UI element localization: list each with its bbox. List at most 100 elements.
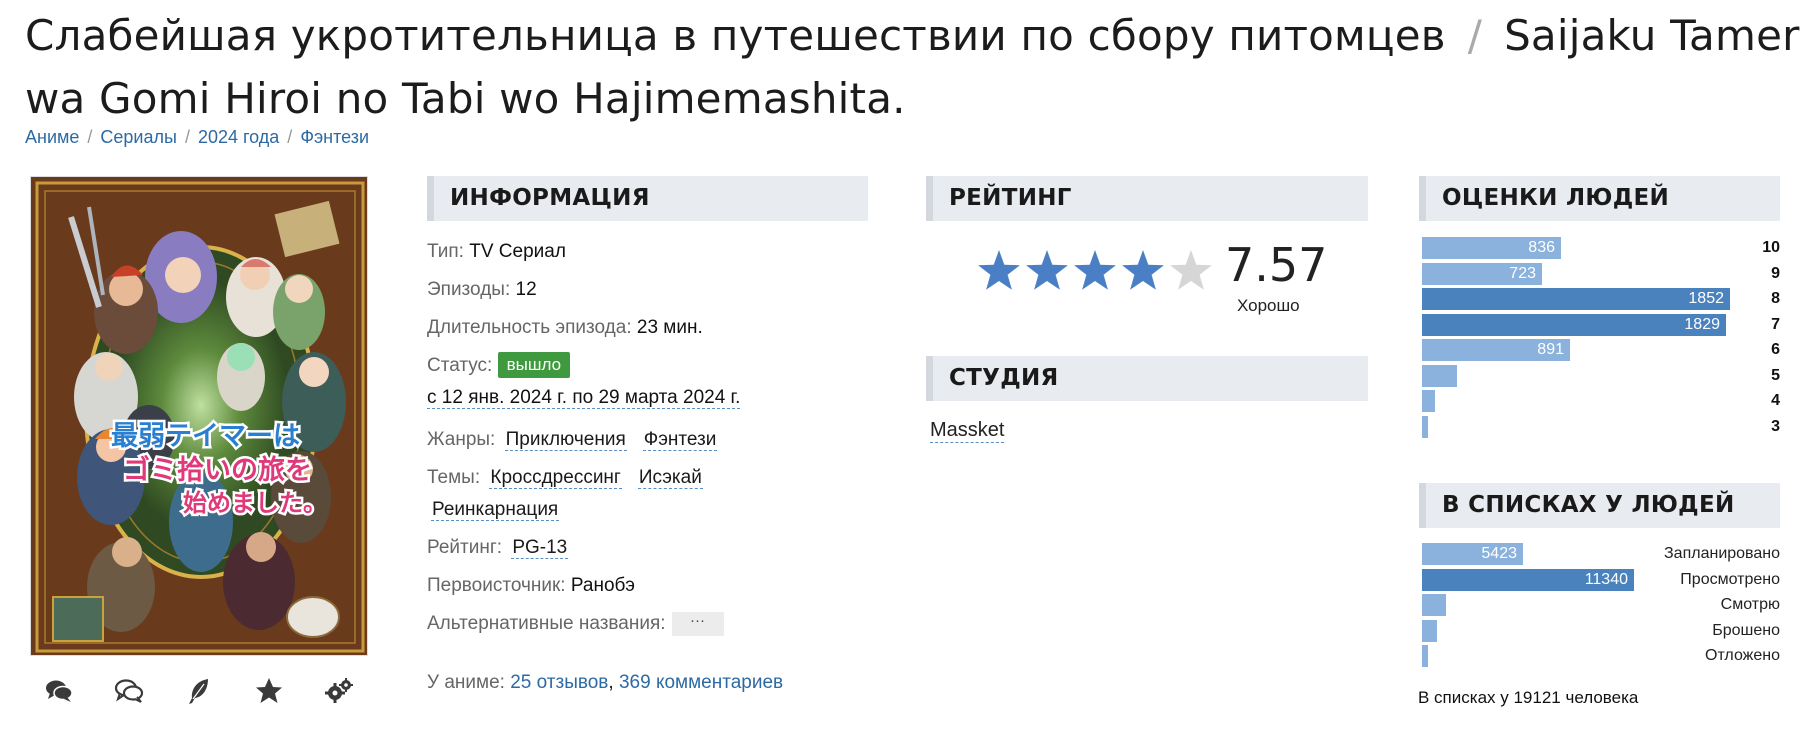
bar-row: 4 [1422, 390, 1780, 412]
info-duration-row: Длительность эпизода: 23 мин. [427, 314, 867, 352]
breadcrumb-year[interactable]: 2024 года [198, 127, 279, 147]
bar-label: 6 [1771, 341, 1780, 358]
bar-label: Отложено [1705, 647, 1780, 664]
bar: 5423 [1422, 543, 1523, 565]
title-ru: Слабейшая укротительница в путешествии п… [25, 11, 1446, 60]
reviews-comma: , [608, 672, 614, 693]
star-icon[interactable] [254, 676, 284, 706]
breadcrumb-sep: / [184, 127, 190, 147]
breadcrumb-serials[interactable]: Сериалы [100, 127, 177, 147]
alt-names-button[interactable]: ··· [671, 611, 724, 636]
info-themes-row: Темы: Кроссдрессинг Исэкай [427, 464, 867, 496]
theme-link[interactable]: Исэкай [637, 467, 703, 489]
info-episodes-row: Эпизоды: 12 [427, 276, 867, 314]
source-value: Ранобэ [570, 575, 635, 596]
bar [1422, 364, 1457, 387]
bar-row: 3 [1422, 415, 1780, 438]
scores-header: ОЦЕНКИ ЛЮДЕЙ [1419, 176, 1780, 221]
breadcrumb-sep: / [87, 127, 93, 147]
info-status-row: Статус: вышло [427, 352, 867, 384]
bar-label: 3 [1771, 417, 1780, 435]
page-title: Слабейшая укротительница в путешествии п… [25, 4, 1805, 130]
reviews-line: У аниме: 25 отзывов, 369 комментариев [427, 672, 783, 694]
scores-chart: 836 10 723 9 1852 8 1829 7 891 6 5 4 3 [1422, 237, 1780, 438]
type-value: TV Сериал [469, 241, 566, 262]
episodes-label: Эпизоды: [427, 279, 511, 300]
bar: 723 [1422, 262, 1542, 285]
bar [1422, 619, 1437, 642]
bar [1422, 415, 1428, 438]
feather-icon[interactable] [184, 676, 214, 706]
poster-actions [30, 676, 368, 706]
bar-row: Смотрю [1422, 594, 1780, 616]
rating-word: Хорошо [1237, 296, 1300, 315]
info-themes-row-2: Реинкарнация [427, 496, 867, 534]
studio-header: СТУДИЯ [926, 356, 1368, 401]
studio-link[interactable]: Massket [930, 419, 1005, 443]
comments-link[interactable]: 369 комментариев [619, 672, 783, 693]
bar-row: 836 10 [1422, 237, 1780, 259]
episodes-value: 12 [515, 279, 537, 300]
info-alt-row: Альтернативные названия: ··· [427, 610, 867, 648]
bar: 891 [1422, 339, 1570, 361]
type-label: Тип: [427, 241, 464, 262]
info-genres-row: Жанры: Приключения Фэнтези [427, 426, 867, 464]
breadcrumb-sep: / [287, 127, 293, 147]
bar [1422, 594, 1446, 616]
lists-chart: 5423 Запланировано 11340 Просмотрено Смотрю Б… [1422, 543, 1780, 673]
bar-row: Брошено [1422, 619, 1780, 642]
star-filled-icon [978, 250, 1020, 290]
genre-link[interactable]: Фэнтези [642, 429, 718, 451]
reviews-link[interactable]: 25 отзывов [510, 672, 608, 693]
discussion-icon[interactable] [114, 676, 144, 706]
poster-image: 最弱テイマーは ゴミ拾いの旅を 始めました。 [30, 176, 368, 656]
bar-label: Просмотрено [1680, 570, 1780, 588]
bar: 836 [1422, 237, 1561, 259]
bar-row: 11340 Просмотрено [1422, 568, 1780, 591]
bar-label: Смотрю [1720, 596, 1780, 613]
studio-heading: СТУДИЯ [949, 365, 1059, 391]
star-filled-icon [1074, 250, 1116, 290]
bar-row: 1829 7 [1422, 313, 1780, 336]
bar-label: 10 [1762, 239, 1780, 256]
gears-icon[interactable] [324, 676, 354, 706]
status-badge: вышло [497, 352, 571, 378]
poster-logo-line3: 始めました。 [183, 489, 327, 517]
star-filled-icon [1122, 250, 1164, 290]
alt-names-label: Альтернативные названия: [427, 613, 666, 634]
bar-label: 7 [1771, 315, 1780, 333]
poster-artwork: 最弱テイマーは ゴミ拾いの旅を 始めました。 [31, 177, 367, 655]
scores-heading: ОЦЕНКИ ЛЮДЕЙ [1442, 185, 1670, 211]
breadcrumb-genre[interactable]: Фэнтези [300, 127, 369, 147]
aired-dates[interactable]: с 12 янв. 2024 г. по 29 марта 2024 г. [427, 387, 741, 409]
status-label: Статус: [427, 355, 493, 376]
breadcrumb-anime[interactable]: Аниме [25, 127, 79, 147]
info-aired-row: с 12 янв. 2024 г. по 29 марта 2024 г. [427, 384, 867, 426]
theme-link[interactable]: Реинкарнация [431, 499, 560, 521]
star-empty-icon [1170, 250, 1212, 290]
age-rating-link[interactable]: PG-13 [511, 537, 569, 559]
bar: 11340 [1422, 568, 1634, 591]
bar-label: 9 [1771, 264, 1780, 282]
lists-heading: В СПИСКАХ У ЛЮДЕЙ [1442, 492, 1735, 518]
lists-total-note: В списках у 19121 человека [1418, 688, 1639, 707]
bar [1422, 390, 1435, 412]
poster-logo-line2: ゴミ拾いの旅を [123, 454, 312, 486]
theme-link[interactable]: Кроссдрессинг [489, 467, 622, 489]
lists-header: В СПИСКАХ У ЛЮДЕЙ [1419, 483, 1780, 528]
genres-label: Жанры: [427, 429, 496, 450]
info-heading: ИНФОРМАЦИЯ [450, 185, 650, 211]
genre-link[interactable]: Приключения [504, 429, 627, 451]
reviews-label: У аниме: [427, 672, 505, 693]
star-filled-icon [1026, 250, 1068, 290]
themes-label: Темы: [427, 467, 481, 488]
info-header: ИНФОРМАЦИЯ [427, 176, 868, 221]
comments-icon[interactable] [44, 676, 74, 706]
bar-row: 1852 8 [1422, 288, 1780, 310]
bar-row: 5423 Запланировано [1422, 543, 1780, 565]
bar-row: 5 [1422, 364, 1780, 387]
rating-score: 7.57 [1225, 238, 1328, 292]
info-source-row: Первоисточник: Ранобэ [427, 572, 867, 610]
info-type-row: Тип: TV Сериал [427, 238, 867, 276]
info-panel: Тип: TV Сериал Эпизоды: 12 Длительность … [427, 238, 867, 648]
